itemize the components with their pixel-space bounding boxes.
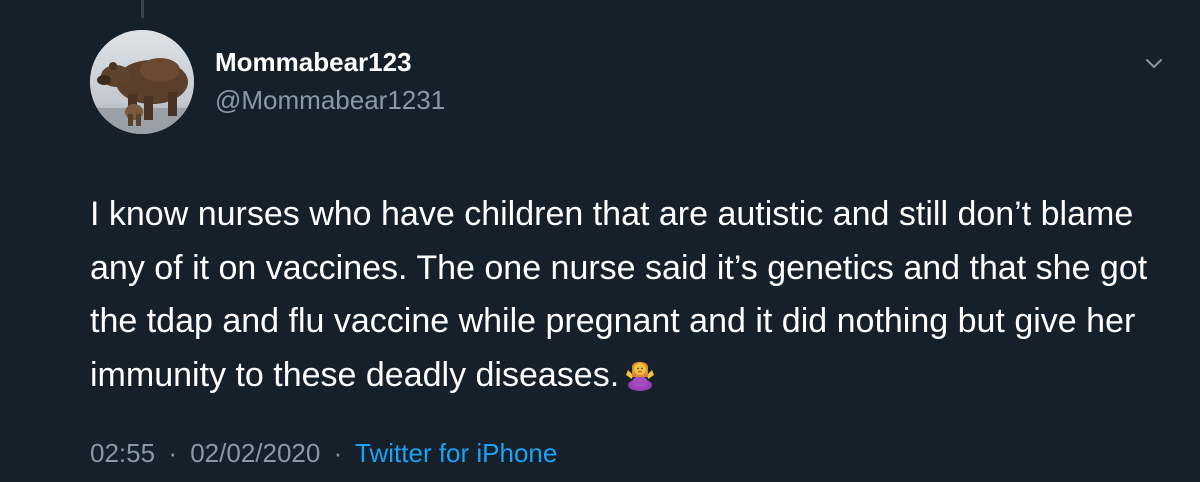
tweet-time[interactable]: 02:55 <box>90 438 155 468</box>
avatar[interactable] <box>90 30 194 134</box>
meta-separator: · <box>168 438 177 468</box>
display-name[interactable]: Mommabear123 <box>215 46 412 78</box>
tweet-body: I know nurses who have children that are… <box>90 195 1148 394</box>
source-link[interactable]: Twitter for iPhone <box>355 438 557 468</box>
tweet-text: I know nurses who have children that are… <box>90 188 1170 402</box>
user-handle[interactable]: @Mommabear1231 <box>215 84 445 116</box>
person-shrugging-emoji <box>626 361 655 391</box>
tweet-meta: 02:55 · 02/02/2020 · Twitter for iPhone <box>90 437 557 469</box>
thread-connector-line <box>141 0 144 18</box>
bear-avatar-icon <box>90 30 194 134</box>
chevron-down-icon[interactable] <box>1141 50 1167 76</box>
tweet-date[interactable]: 02/02/2020 <box>190 438 320 468</box>
meta-separator: · <box>333 438 343 468</box>
